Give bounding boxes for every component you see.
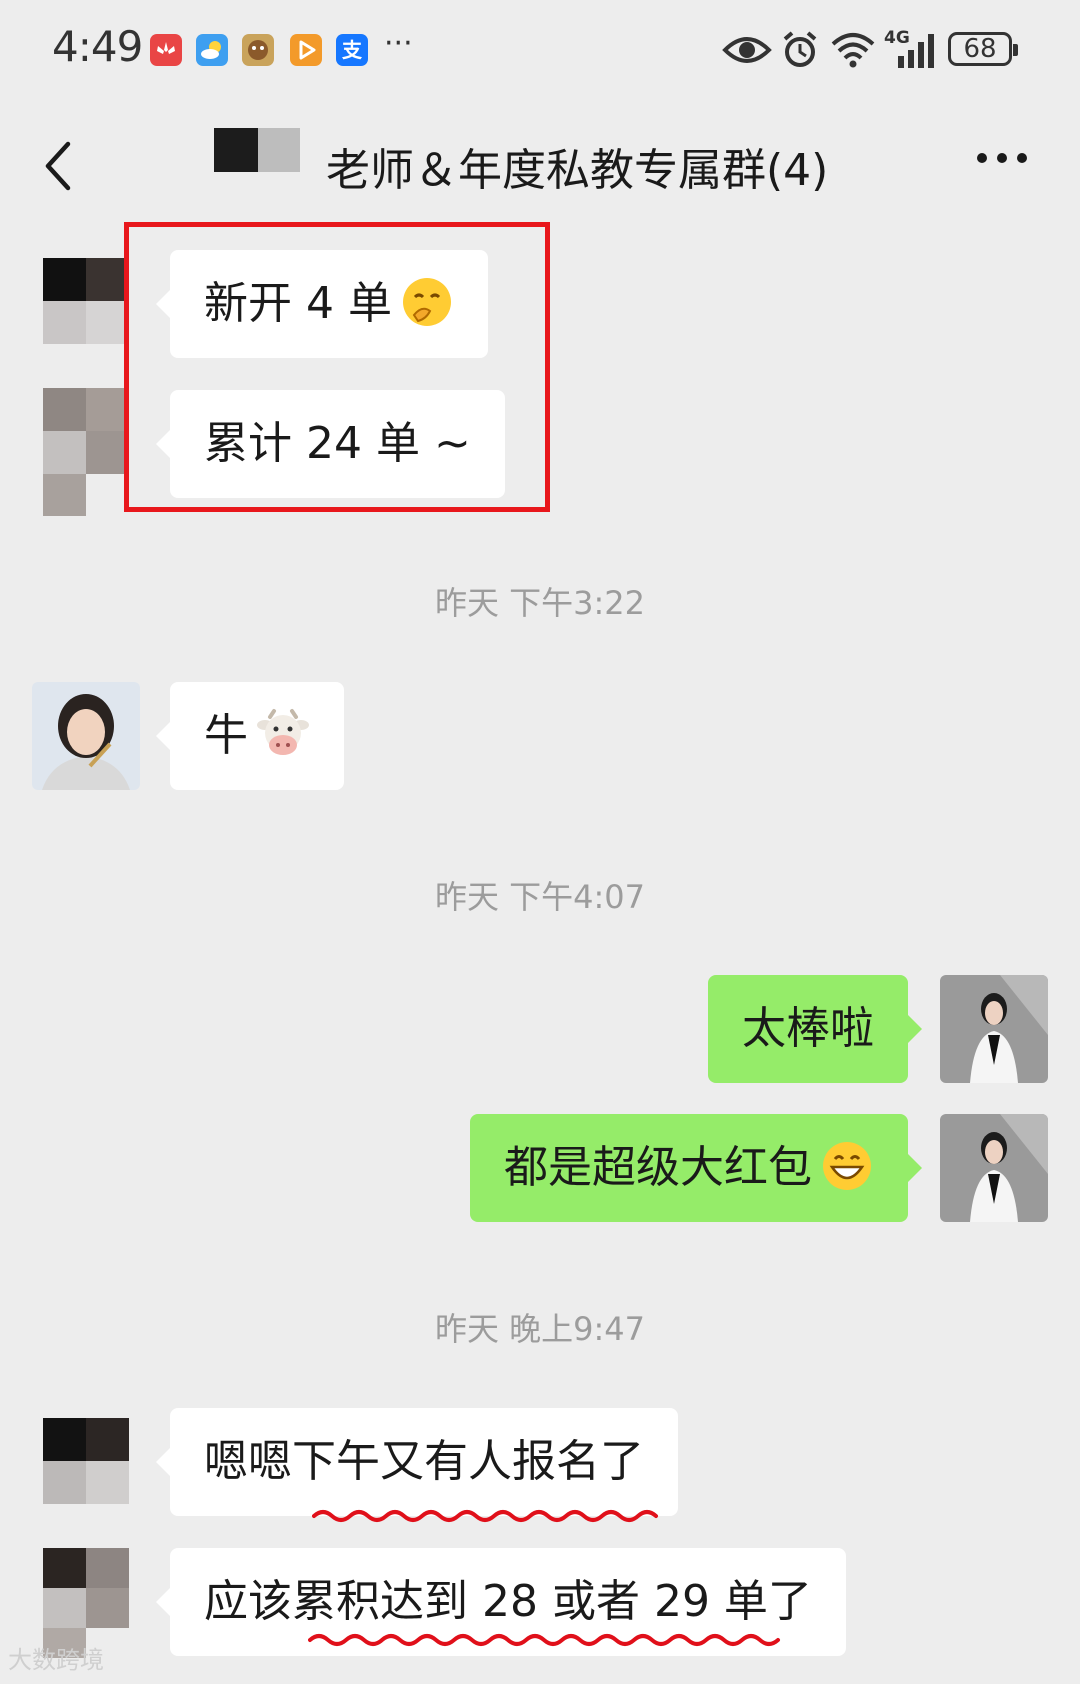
avatar[interactable] bbox=[940, 975, 1048, 1083]
eye-icon bbox=[722, 37, 772, 63]
game-icon bbox=[242, 34, 274, 66]
message-bubble[interactable]: 太棒啦 bbox=[708, 975, 922, 1083]
more-notifications-icon: ··· bbox=[384, 26, 413, 61]
back-icon[interactable] bbox=[40, 138, 80, 194]
grinning-face-emoji bbox=[823, 1142, 871, 1190]
battery-indicator: 68 bbox=[948, 32, 1018, 66]
cow-face-emoji bbox=[257, 709, 309, 755]
message-text: 都是超级大红包 bbox=[504, 1142, 812, 1193]
message-bubble[interactable]: 牛 bbox=[156, 682, 344, 790]
alipay-icon: 支 bbox=[336, 34, 368, 66]
avatar[interactable] bbox=[43, 258, 129, 344]
avatar[interactable] bbox=[32, 682, 140, 790]
redacted-name-block bbox=[258, 128, 300, 172]
red-underline bbox=[312, 1510, 658, 1522]
timestamp: 昨天 晚上9:47 bbox=[434, 1310, 646, 1348]
message-bubble[interactable]: 都是超级大红包 bbox=[470, 1114, 922, 1222]
timestamp: 昨天 下午3:22 bbox=[434, 584, 646, 622]
video-icon bbox=[290, 34, 322, 66]
timestamp: 昨天 下午4:07 bbox=[434, 878, 646, 916]
avatar[interactable] bbox=[940, 1114, 1048, 1222]
avatar[interactable] bbox=[43, 388, 129, 516]
redacted-name-block bbox=[214, 128, 258, 172]
huawei-icon bbox=[150, 34, 182, 66]
highlight-box bbox=[124, 222, 550, 512]
more-options-icon[interactable] bbox=[974, 150, 1030, 166]
watermark: 大数跨境 bbox=[8, 1646, 104, 1674]
avatar[interactable] bbox=[43, 1418, 129, 1504]
alarm-icon bbox=[783, 31, 817, 67]
message-text: 太棒啦 bbox=[742, 1003, 874, 1054]
message-text: 应该累积达到 28 或者 29 单了 bbox=[204, 1576, 812, 1627]
message-text: 嗯嗯下午又有人报名了 bbox=[204, 1436, 644, 1487]
chat-title: 老师＆年度私教专属群(4) bbox=[326, 145, 829, 196]
wifi-icon bbox=[831, 33, 875, 68]
message-text: 牛 bbox=[204, 710, 248, 761]
red-underline bbox=[308, 1634, 780, 1646]
status-time: 4:49 bbox=[52, 22, 143, 71]
signal-icon bbox=[898, 34, 934, 68]
weather-icon bbox=[196, 34, 228, 66]
message-bubble[interactable]: 嗯嗯下午又有人报名了 bbox=[156, 1408, 678, 1516]
